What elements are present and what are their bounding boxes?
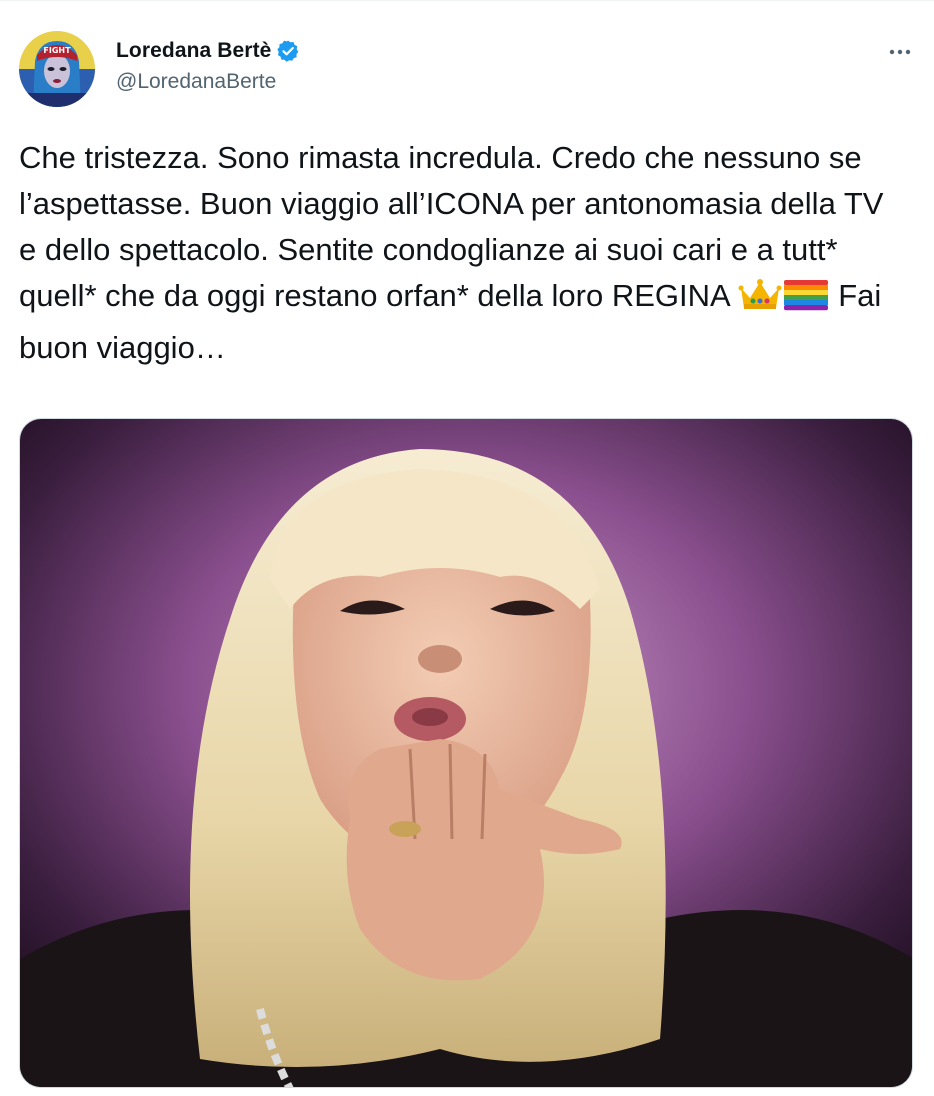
display-name[interactable]: Loredana Bertè <box>116 39 271 63</box>
tweet[interactable]: FIGHT Loredana Bertè @LoredanaBerte Che … <box>0 0 934 1096</box>
photo-image <box>20 419 912 1087</box>
svg-text:FIGHT: FIGHT <box>43 46 71 55</box>
crown-emoji <box>738 278 782 325</box>
tweet-media[interactable] <box>19 418 913 1088</box>
more-options-button[interactable] <box>880 40 920 64</box>
author-block: Loredana Bertè @LoredanaBerte <box>116 36 300 94</box>
avatar[interactable]: FIGHT <box>19 31 95 107</box>
name-row: Loredana Bertè <box>116 36 300 66</box>
verified-badge-icon <box>276 39 300 63</box>
avatar-image: FIGHT <box>19 31 95 107</box>
tweet-text: Che tristezza. Sono rimasta incredula. C… <box>19 135 909 371</box>
more-dots-icon <box>889 49 911 55</box>
handle[interactable]: @LoredanaBerte <box>116 70 300 94</box>
rainbow-flag-emoji <box>782 278 830 325</box>
